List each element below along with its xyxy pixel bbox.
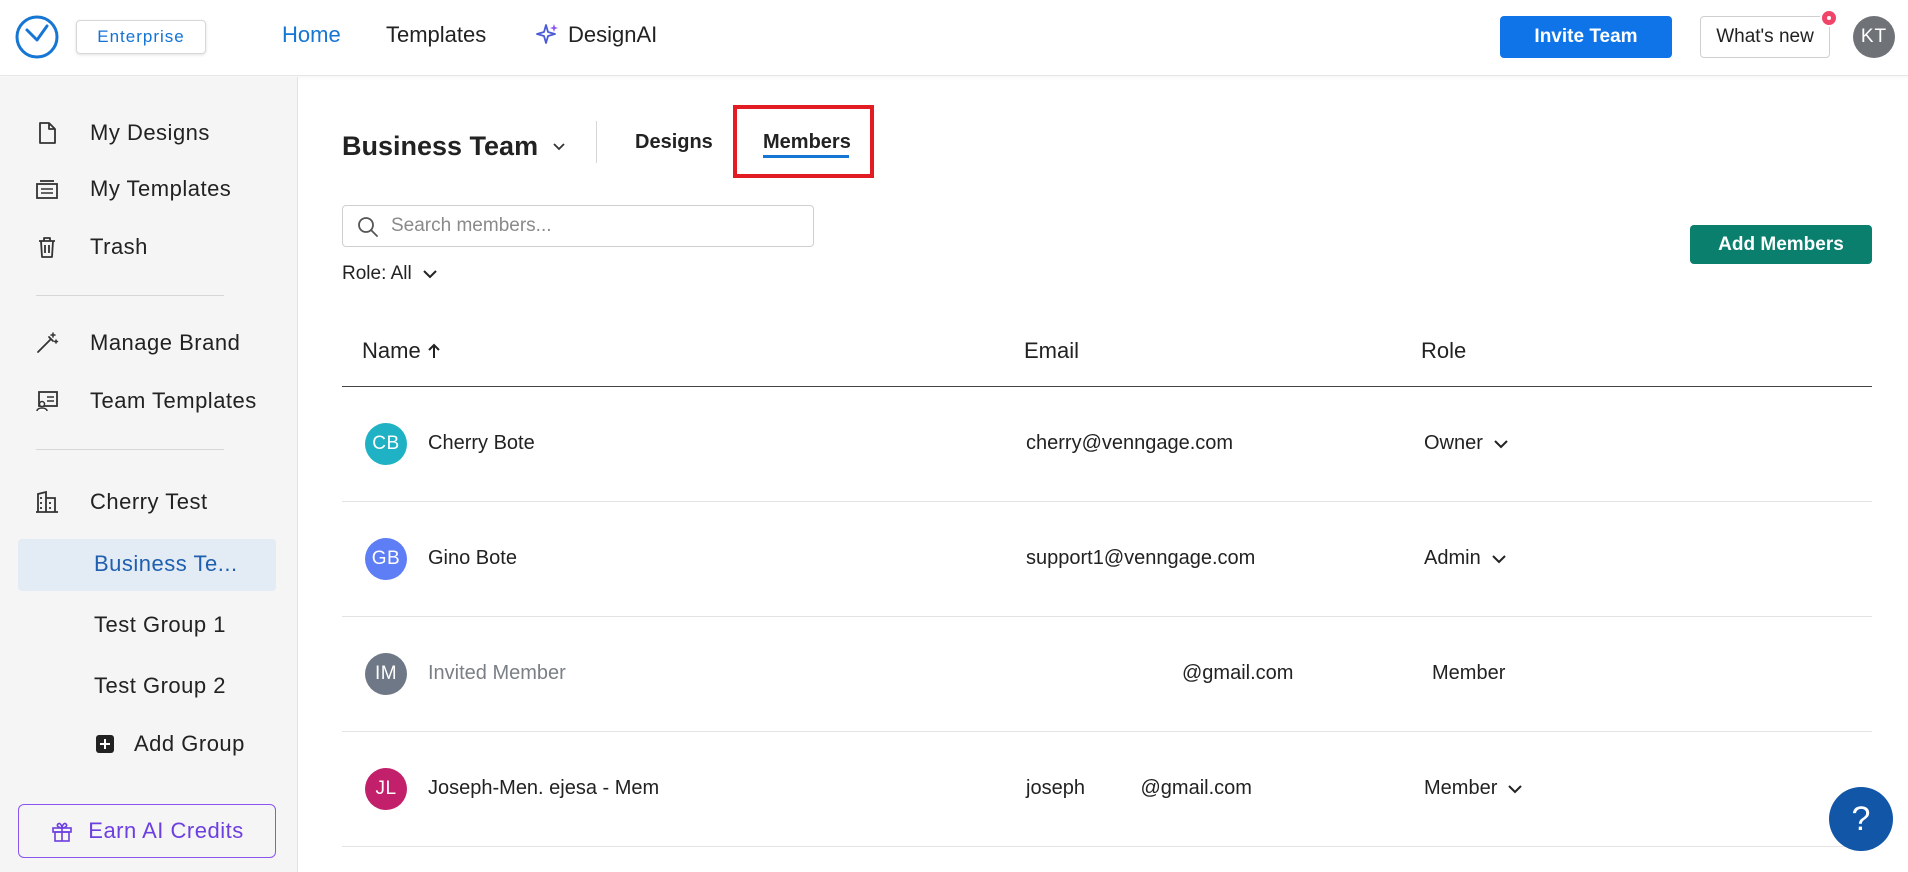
notification-dot — [1820, 9, 1838, 27]
add-group-button[interactable]: Add Group — [96, 731, 245, 757]
chevron-down-icon — [1491, 554, 1507, 564]
team-selector[interactable]: Business Team — [342, 131, 566, 162]
member-email: joseph @gmail.com — [1026, 777, 1252, 799]
trash-icon — [34, 234, 60, 260]
team-templates-icon — [34, 388, 60, 414]
sidebar-item-label: My Designs — [90, 120, 210, 145]
column-header-email: Email — [1024, 338, 1080, 363]
search-icon — [357, 216, 379, 238]
search-input[interactable] — [391, 212, 791, 240]
role-filter-label: Role: All — [342, 263, 412, 284]
sidebar-group-business-team[interactable]: Business Te... — [94, 551, 238, 577]
page-title: Business Team — [342, 131, 539, 161]
search-members[interactable] — [342, 205, 814, 247]
nav-home[interactable]: Home — [282, 22, 341, 48]
table-row: GB Gino Bote support1@venngage.com Admin — [342, 502, 1872, 617]
plus-square-icon — [96, 735, 114, 753]
help-button[interactable]: ? — [1829, 787, 1893, 851]
tab-designs[interactable]: Designs — [635, 131, 713, 154]
nav-templates[interactable]: Templates — [386, 22, 486, 48]
chevron-down-icon — [422, 269, 438, 279]
role-label: Member — [1424, 777, 1498, 799]
sidebar-item-my-designs[interactable]: My Designs — [34, 120, 210, 146]
add-members-button[interactable]: Add Members — [1690, 225, 1872, 264]
sidebar-group-test-group-1[interactable]: Test Group 1 — [94, 612, 226, 638]
member-name: Joseph-Men. ejesa - Mem — [428, 777, 660, 799]
sparkle-icon — [534, 22, 560, 48]
sidebar: My Designs My Templates Trash Manage Bra… — [0, 77, 298, 872]
sidebar-item-label: Trash — [90, 234, 148, 259]
sort-ascending-icon — [427, 342, 441, 360]
earn-ai-credits-button[interactable]: Earn AI Credits — [18, 804, 276, 858]
sidebar-item-manage-brand[interactable]: Manage Brand — [34, 330, 240, 356]
role-label: Admin — [1424, 547, 1481, 569]
highlight-box — [733, 105, 874, 178]
nav-designai[interactable]: DesignAI — [534, 22, 657, 48]
member-email: cherry@venngage.com — [1026, 432, 1234, 454]
sidebar-item-label: Cherry Test — [90, 489, 208, 514]
sidebar-item-trash[interactable]: Trash — [34, 234, 148, 260]
file-icon — [34, 120, 60, 146]
role-filter-dropdown[interactable]: Role: All — [342, 263, 438, 285]
column-header-label: Name — [362, 338, 421, 363]
sidebar-item-my-templates[interactable]: My Templates — [34, 176, 231, 202]
role-dropdown[interactable]: Member — [1424, 777, 1523, 800]
chevron-down-icon — [1493, 439, 1509, 449]
sidebar-item-label: My Templates — [90, 176, 232, 201]
magic-wand-icon — [34, 330, 60, 356]
top-bar: Enterprise Home Templates DesignAI Invit… — [0, 0, 1908, 76]
chevron-down-icon — [552, 142, 566, 152]
column-header-name[interactable]: Name — [362, 338, 441, 364]
whats-new-button[interactable]: What's new — [1700, 16, 1830, 58]
enterprise-badge: Enterprise — [76, 20, 206, 54]
chevron-down-icon — [1507, 784, 1523, 794]
avatar: JL — [365, 768, 407, 810]
column-header-role: Role — [1421, 338, 1467, 363]
role-dropdown[interactable]: Admin — [1424, 547, 1507, 570]
member-name: Cherry Bote — [428, 432, 535, 454]
table-row: JL Joseph-Men. ejesa - Mem joseph @gmail… — [342, 732, 1872, 847]
invite-team-button[interactable]: Invite Team — [1500, 16, 1672, 58]
building-icon — [34, 489, 60, 515]
sidebar-group-test-group-2[interactable]: Test Group 2 — [94, 673, 226, 699]
table-row: CB Cherry Bote cherry@venngage.com Owner — [342, 387, 1872, 502]
sidebar-divider — [36, 295, 224, 296]
venngage-logo-icon[interactable] — [14, 14, 60, 60]
member-name: Invited Member — [428, 662, 566, 684]
earn-ai-credits-label: Earn AI Credits — [88, 818, 244, 843]
add-group-label: Add Group — [134, 731, 245, 756]
sidebar-item-team-templates[interactable]: Team Templates — [34, 388, 257, 414]
sidebar-item-label: Manage Brand — [90, 330, 241, 355]
member-name: Gino Bote — [428, 547, 517, 569]
sidebar-item-label: Team Templates — [90, 388, 257, 413]
gift-icon — [50, 819, 74, 843]
sidebar-divider — [36, 449, 224, 450]
avatar: IM — [365, 653, 407, 695]
role-label: Member — [1432, 662, 1506, 684]
templates-icon — [34, 176, 60, 202]
title-separator — [596, 121, 597, 163]
user-avatar[interactable]: KT — [1853, 16, 1895, 58]
avatar: GB — [365, 538, 407, 580]
role-label: Owner — [1424, 432, 1483, 454]
member-email: support1@venngage.com — [1026, 547, 1256, 569]
nav-designai-label: DesignAI — [568, 22, 658, 47]
role-dropdown[interactable]: Owner — [1424, 432, 1509, 455]
table-row: IM Invited Member @gmail.com Member — [342, 617, 1872, 732]
sidebar-item-cherry-test[interactable]: Cherry Test — [34, 489, 208, 515]
avatar: CB — [365, 423, 407, 465]
member-email: @gmail.com — [1182, 662, 1294, 684]
